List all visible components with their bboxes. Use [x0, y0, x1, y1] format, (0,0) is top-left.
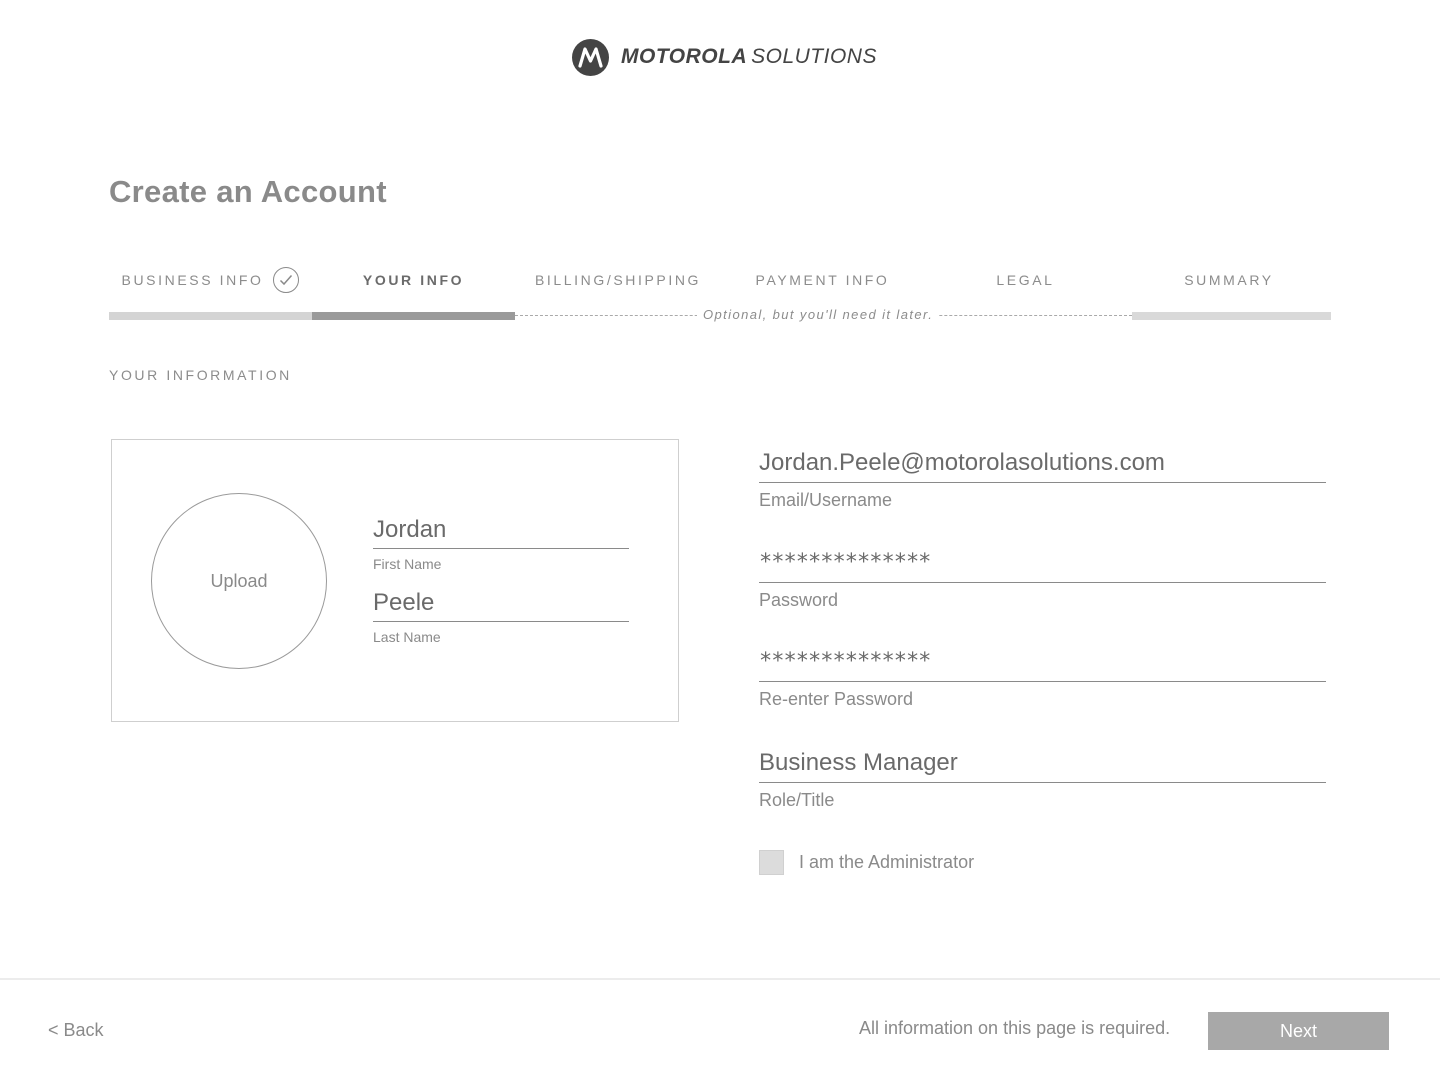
password-label: Password	[759, 590, 839, 610]
password-confirm-input[interactable]: **************	[759, 644, 1326, 682]
role-field[interactable]: Business Manager Role/Title	[759, 745, 1326, 811]
progress-bar-done	[109, 312, 312, 320]
progress-steps: BUSINESS INFO YOUR INFO BILLING/SHIPPING…	[109, 266, 1331, 326]
progress-bar-pending	[1132, 312, 1331, 320]
next-button[interactable]: Next	[1208, 1012, 1389, 1050]
brand-logo: MOTOROLA SOLUTIONS	[572, 38, 877, 76]
avatar-upload[interactable]: Upload	[151, 493, 327, 669]
step-label: LEGAL	[996, 272, 1055, 288]
password-confirm-label: Re-enter Password	[759, 689, 914, 709]
brand-name-light: SOLUTIONS	[751, 45, 877, 68]
email-input[interactable]: Jordan.Peele@motorolasolutions.com	[759, 445, 1326, 483]
step-label: BUSINESS INFO	[121, 272, 264, 288]
optional-note: Optional, but you'll need it later.	[697, 307, 940, 322]
last-name-input[interactable]: Peele	[373, 588, 629, 622]
step-payment-info[interactable]: PAYMENT INFO	[721, 266, 924, 294]
step-business-info[interactable]: BUSINESS INFO	[109, 266, 312, 294]
footer-bar: < Back All information on this page is r…	[0, 978, 1440, 1079]
checkmark-circle-icon	[273, 267, 300, 293]
admin-checkbox-label: I am the Administrator	[799, 852, 975, 872]
step-label: PAYMENT INFO	[755, 272, 890, 288]
first-name-label: First Name	[373, 556, 442, 572]
motorola-logo-icon	[572, 38, 609, 76]
role-input[interactable]: Business Manager	[759, 745, 1326, 783]
section-label: YOUR INFORMATION	[109, 367, 292, 383]
brand-name-bold: MOTOROLA	[621, 45, 748, 68]
admin-checkbox[interactable]	[759, 850, 784, 875]
step-label: YOUR INFO	[362, 272, 465, 288]
step-label: SUMMARY	[1184, 272, 1274, 288]
password-confirm-field[interactable]: ************** Re-enter Password	[759, 644, 1326, 710]
upload-label: Upload	[210, 570, 268, 591]
step-label: BILLING/SHIPPING	[534, 272, 702, 288]
password-input[interactable]: **************	[759, 545, 1326, 583]
step-legal[interactable]: LEGAL	[924, 266, 1127, 294]
admin-checkbox-row[interactable]: I am the Administrator	[759, 850, 974, 875]
password-field[interactable]: ************** Password	[759, 545, 1326, 611]
back-link[interactable]: < Back	[48, 1020, 104, 1041]
email-field[interactable]: Jordan.Peele@motorolasolutions.com Email…	[759, 445, 1326, 511]
step-billing-shipping[interactable]: BILLING/SHIPPING	[515, 266, 721, 294]
step-summary[interactable]: SUMMARY	[1127, 266, 1331, 294]
progress-bar-active	[312, 312, 515, 320]
step-your-info[interactable]: YOUR INFO	[312, 266, 515, 294]
first-name-field[interactable]: Jordan First Name	[373, 515, 629, 572]
page-title: Create an Account	[109, 174, 387, 209]
required-note: All information on this page is required…	[859, 1018, 1171, 1038]
first-name-input[interactable]: Jordan	[373, 515, 629, 549]
profile-card: Upload Jordan First Name Peele Last Name	[111, 439, 679, 722]
last-name-field[interactable]: Peele Last Name	[373, 588, 629, 645]
brand-wordmark: MOTOROLA SOLUTIONS	[621, 45, 877, 69]
last-name-label: Last Name	[373, 629, 441, 645]
email-label: Email/Username	[759, 490, 893, 510]
role-label: Role/Title	[759, 790, 835, 810]
